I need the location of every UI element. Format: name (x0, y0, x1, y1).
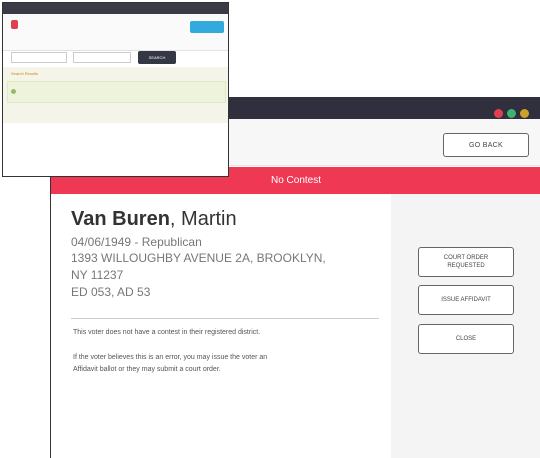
voter-address-line2: NY 11237 (71, 268, 124, 282)
sync-status-icon (520, 109, 529, 118)
thumb-search-button[interactable]: SEARCH (138, 51, 176, 64)
thumb-result-row[interactable] (7, 81, 226, 103)
voter-address-line1: 1393 WILLOUGHBY AVENUE 2A, BROOKLYN, (71, 251, 326, 265)
voter-info-panel: Van Buren, Martin 04/06/1949 - Republica… (51, 194, 391, 458)
battery-status-icon (494, 109, 503, 118)
affidavit-note-line1: If the voter believes this is an error, … (73, 354, 268, 361)
voter-first-name: , Martin (169, 208, 237, 230)
search-screen-thumbnail: SEARCH Search Results (2, 2, 229, 177)
court-order-label-line2: REQUESTED (447, 263, 485, 269)
close-button[interactable]: CLOSE (418, 324, 514, 354)
court-order-requested-button[interactable]: COURT ORDER REQUESTED (418, 247, 514, 277)
thumb-results-label: Search Results (11, 71, 39, 76)
banner-text: No Contest (270, 175, 322, 186)
voter-last-name: Van Buren (71, 208, 170, 230)
thumb-logo-icon (11, 20, 18, 29)
voter-name: Van Buren, Martin (71, 208, 237, 231)
wifi-status-icon (507, 109, 516, 118)
voter-dob-party: 04/06/1949 - Republican (71, 235, 202, 249)
thumb-action-button[interactable] (190, 21, 224, 33)
issue-affidavit-button[interactable]: ISSUE AFFIDAVIT (418, 285, 514, 315)
voter-district: ED 053, AD 53 (71, 285, 151, 299)
thumb-first-name-input[interactable] (73, 52, 131, 63)
status-icons (494, 109, 529, 118)
go-back-button[interactable]: GO BACK (443, 133, 529, 157)
court-order-label-line1: COURT ORDER (443, 255, 489, 261)
no-contest-note: This voter does not have a contest in th… (73, 329, 261, 336)
thumb-status-bar (3, 3, 228, 14)
thumb-last-name-input[interactable] (11, 52, 67, 63)
affidavit-note-line2: Affidavit ballot or they may submit a co… (73, 366, 221, 373)
thumb-status-dot-icon (11, 89, 16, 94)
divider (71, 318, 379, 319)
